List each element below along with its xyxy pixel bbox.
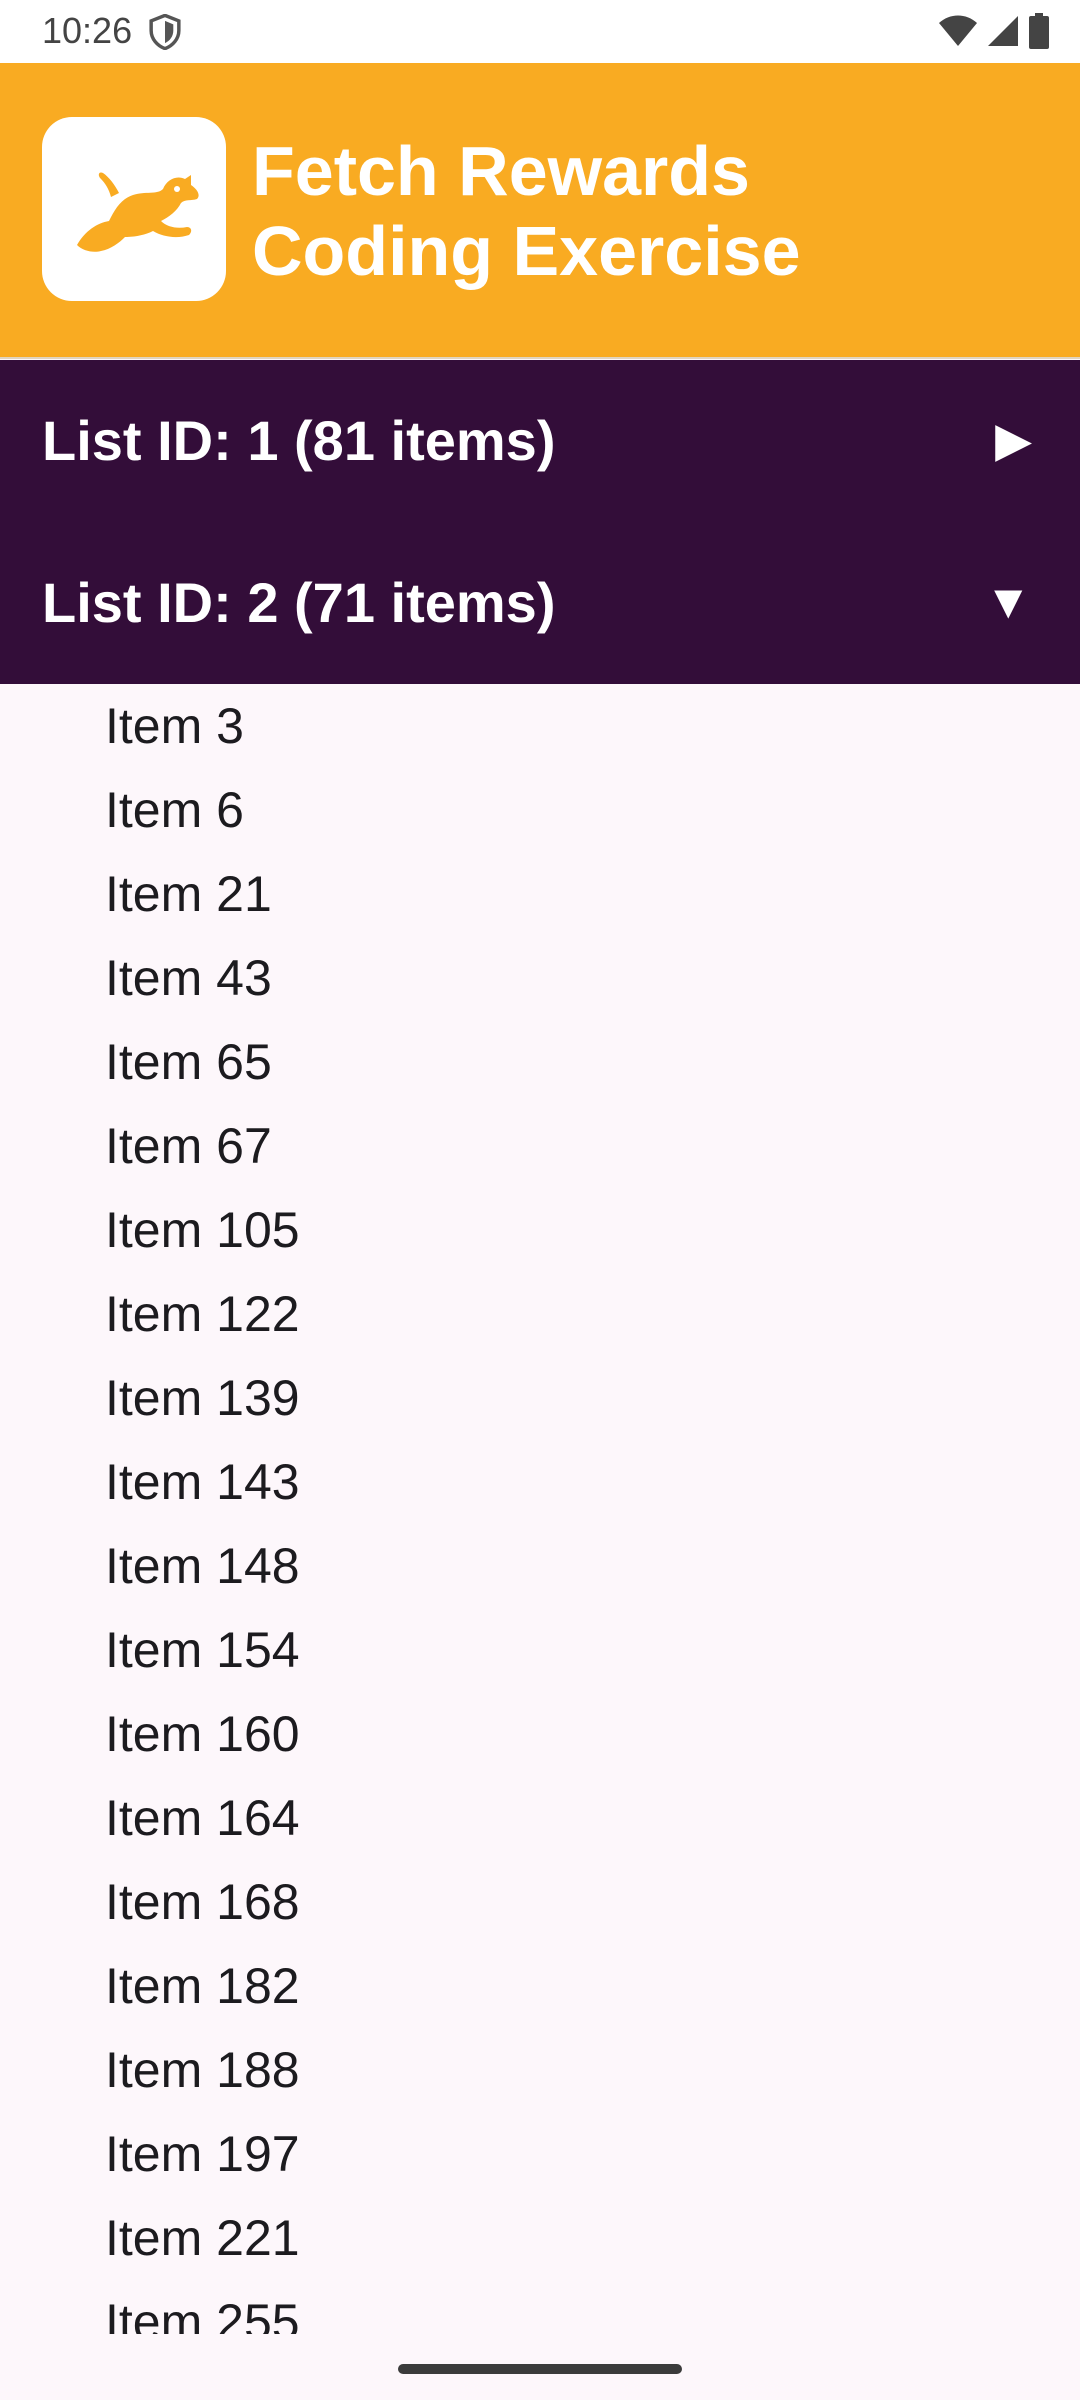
list-item: Item 6: [105, 782, 244, 838]
list-item: Item 105: [105, 1202, 300, 1258]
signal-icon: [988, 16, 1018, 46]
list-item: Item 148: [105, 1538, 300, 1594]
app-title: Fetch Rewards Coding Exercise: [252, 131, 1052, 291]
list-item: Item 255: [105, 2294, 300, 2334]
list-item: Item 197: [105, 2126, 300, 2182]
app-header: Fetch Rewards Coding Exercise: [0, 63, 1080, 359]
list-item: Item 188: [105, 2042, 300, 2098]
list-item: Item 139: [105, 1370, 300, 1426]
list-item: Item 221: [105, 2210, 300, 2266]
group-header-list-1[interactable]: List ID: 1 (81 items) ▶: [0, 360, 1080, 522]
battery-icon: [1029, 13, 1049, 49]
app-title-line2: Coding Exercise: [252, 212, 801, 290]
fetch-dog-logo-icon: [42, 117, 226, 301]
status-time: 10:26: [42, 10, 133, 51]
list-item: Item 21: [105, 866, 272, 922]
list-item: Item 154: [105, 1622, 300, 1678]
shield-icon: [149, 14, 181, 50]
list-item: Item 168: [105, 1874, 300, 1930]
list-item: Item 164: [105, 1790, 300, 1846]
wifi-icon: [939, 15, 977, 46]
list-item: Item 67: [105, 1118, 272, 1174]
status-icons: [938, 12, 1050, 50]
group-label: List ID: 1 (81 items): [42, 409, 556, 472]
gesture-nav-handle[interactable]: [398, 2364, 682, 2374]
items-list[interactable]: Item 3 Item 6 Item 21 Item 43 Item 65 It…: [0, 684, 1080, 2334]
list-item: Item 160: [105, 1706, 300, 1762]
list-item: Item 182: [105, 1958, 300, 2014]
app-screen: 10:26 Fetch Rewards Coding Exercise List…: [0, 0, 1080, 2400]
app-title-line1: Fetch Rewards: [252, 132, 750, 210]
status-bar: 10:26: [0, 0, 1080, 63]
expand-arrow-icon: ▶: [995, 414, 1032, 467]
list-item: Item 65: [105, 1034, 272, 1090]
collapse-arrow-icon: ▼: [984, 576, 1032, 629]
list-item: Item 143: [105, 1454, 300, 1510]
list-item: Item 43: [105, 950, 272, 1006]
group-label: List ID: 2 (71 items): [42, 571, 556, 634]
list-item: Item 3: [105, 698, 244, 754]
group-header-list-2[interactable]: List ID: 2 (71 items) ▼: [0, 522, 1080, 684]
list-item: Item 122: [105, 1286, 300, 1342]
